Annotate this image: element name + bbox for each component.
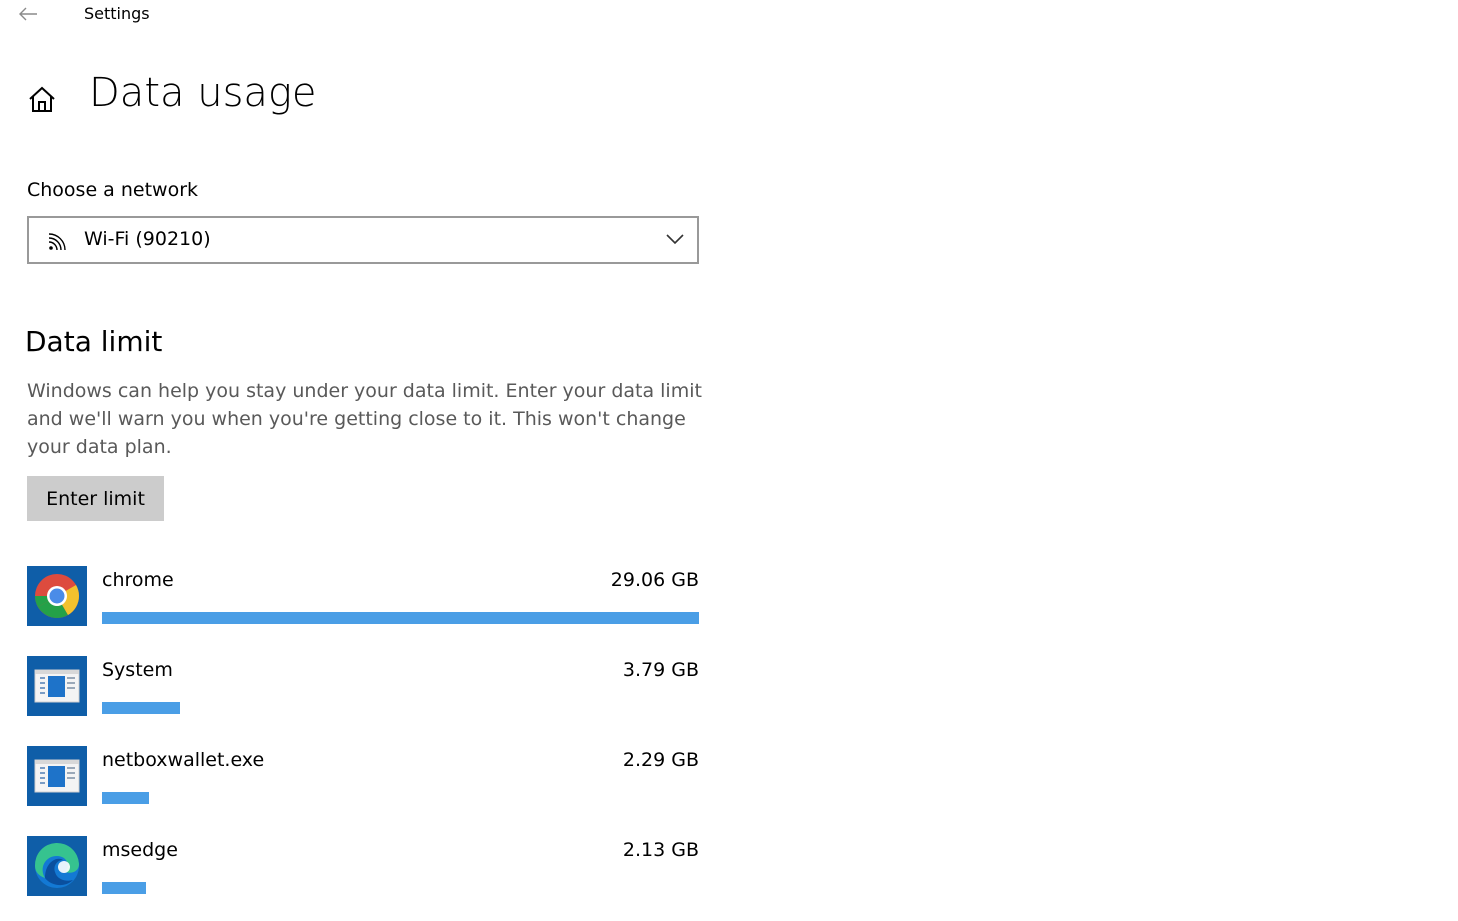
app-name: netboxwallet.exe (102, 749, 265, 771)
network-label: Choose a network (27, 179, 199, 201)
back-arrow-icon (19, 7, 37, 21)
chevron-down-icon (666, 234, 684, 245)
app-name: System (102, 659, 173, 681)
app-row-chrome: chrome 29.06 GB (27, 566, 699, 628)
app-row-system: System 3.79 GB (27, 656, 699, 718)
usage-bar (102, 612, 699, 624)
edge-icon (27, 836, 87, 896)
app-usage: 29.06 GB (610, 569, 699, 591)
page-title: Data usage (89, 70, 317, 116)
back-button[interactable] (14, 2, 42, 26)
chrome-icon (27, 566, 87, 626)
app-usage: 2.29 GB (622, 749, 699, 771)
network-selected-value: Wi-Fi (90210) (84, 228, 211, 250)
app-name: msedge (102, 839, 178, 861)
system-window-icon (27, 656, 87, 716)
app-row-msedge: msedge 2.13 GB (27, 836, 699, 898)
usage-bar (102, 792, 149, 804)
app-row-netboxwallet: netboxwallet.exe 2.29 GB (27, 746, 699, 808)
enter-limit-button[interactable]: Enter limit (27, 476, 164, 521)
home-icon[interactable] (27, 84, 57, 114)
wifi-icon (48, 233, 66, 251)
app-usage: 2.13 GB (622, 839, 699, 861)
usage-bar (102, 702, 180, 714)
app-name: chrome (102, 569, 174, 591)
usage-bar (102, 882, 146, 894)
window-title: Settings (84, 4, 150, 23)
data-limit-title: Data limit (25, 325, 163, 358)
system-window-icon (27, 746, 87, 806)
app-usage: 3.79 GB (622, 659, 699, 681)
network-dropdown[interactable]: Wi-Fi (90210) (27, 216, 699, 264)
data-limit-description: Windows can help you stay under your dat… (27, 380, 702, 458)
title-bar: Settings (0, 0, 1458, 32)
